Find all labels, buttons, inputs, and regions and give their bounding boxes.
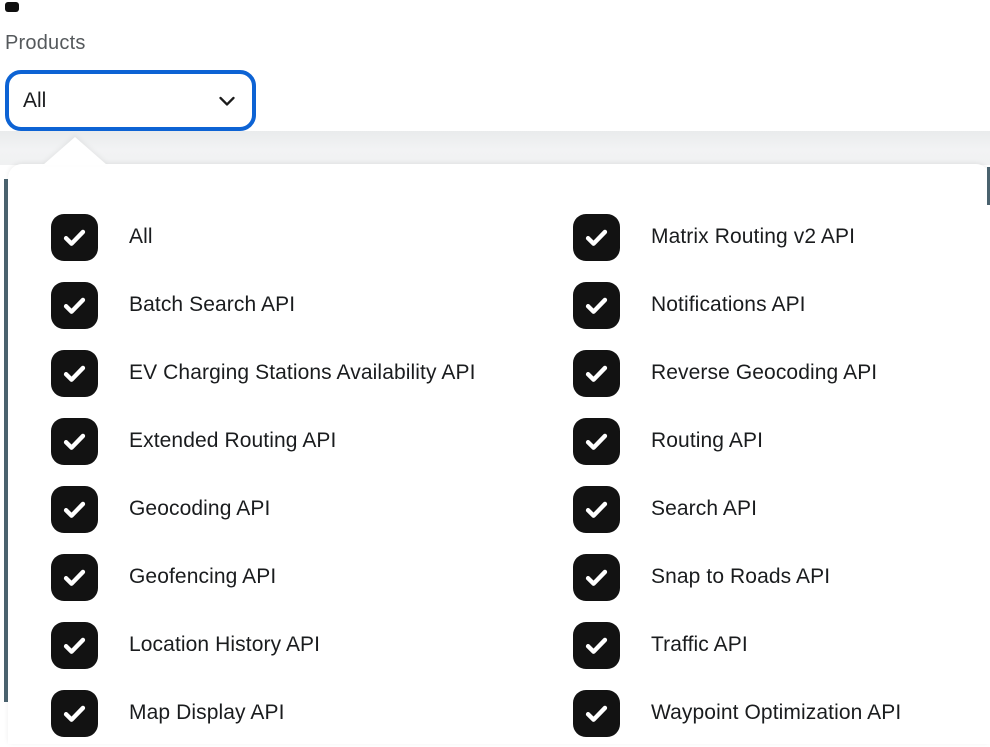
product-option-geofencing-api[interactable]: Geofencing API bbox=[51, 543, 573, 611]
product-option-batch-search-api[interactable]: Batch Search API bbox=[51, 271, 573, 339]
product-option-label: Reverse Geocoding API bbox=[651, 361, 877, 385]
product-option-label: Location History API bbox=[129, 633, 320, 657]
product-option-geocoding-api[interactable]: Geocoding API bbox=[51, 475, 573, 543]
product-option-extended-routing-api[interactable]: Extended Routing API bbox=[51, 407, 573, 475]
product-option-label: Notifications API bbox=[651, 293, 806, 317]
panel-shadow bbox=[0, 131, 990, 165]
product-option-label: Matrix Routing v2 API bbox=[651, 225, 855, 249]
product-option-waypoint-optimization-api[interactable]: Waypoint Optimization API bbox=[573, 679, 990, 747]
product-option-map-display-api[interactable]: Map Display API bbox=[51, 679, 573, 747]
checkbox-checked-icon[interactable] bbox=[51, 418, 98, 465]
product-option-label: Extended Routing API bbox=[129, 429, 336, 453]
products-filter-label: Products bbox=[5, 32, 86, 55]
checkbox-checked-icon[interactable] bbox=[51, 214, 98, 261]
product-option-notifications-api[interactable]: Notifications API bbox=[573, 271, 990, 339]
product-option-matrix-routing-v2-api[interactable]: Matrix Routing v2 API bbox=[573, 203, 990, 271]
product-option-label: Snap to Roads API bbox=[651, 565, 830, 589]
product-option-label: Waypoint Optimization API bbox=[651, 701, 901, 725]
left-edge-bar bbox=[4, 179, 8, 702]
checkbox-checked-icon[interactable] bbox=[573, 282, 620, 329]
product-option-location-history-api[interactable]: Location History API bbox=[51, 611, 573, 679]
checkbox-checked-icon[interactable] bbox=[573, 554, 620, 601]
checkbox-checked-icon[interactable] bbox=[51, 350, 98, 397]
checkbox-checked-icon[interactable] bbox=[51, 486, 98, 533]
products-dropdown-panel: All Batch Search API EV Charging Stations … bbox=[8, 164, 990, 744]
checkbox-checked-icon[interactable] bbox=[573, 690, 620, 737]
product-option-routing-api[interactable]: Routing API bbox=[573, 407, 990, 475]
product-option-ev-charging-stations-availability-api[interactable]: EV Charging Stations Availability API bbox=[51, 339, 573, 407]
checkbox-checked-icon[interactable] bbox=[51, 554, 98, 601]
product-option-label: Map Display API bbox=[129, 701, 285, 725]
checkbox-checked-icon[interactable] bbox=[51, 690, 98, 737]
product-option-traffic-api[interactable]: Traffic API bbox=[573, 611, 990, 679]
product-option-label: All bbox=[129, 225, 153, 249]
product-options-grid: All Batch Search API EV Charging Stations … bbox=[8, 164, 990, 747]
checkbox-checked-icon[interactable] bbox=[51, 622, 98, 669]
product-option-label: Traffic API bbox=[651, 633, 748, 657]
checkbox-checked-icon[interactable] bbox=[51, 282, 98, 329]
product-option-label: Geocoding API bbox=[129, 497, 270, 521]
product-option-reverse-geocoding-api[interactable]: Reverse Geocoding API bbox=[573, 339, 990, 407]
product-option-label: Routing API bbox=[651, 429, 763, 453]
checkbox-checked-icon[interactable] bbox=[573, 350, 620, 397]
products-dropdown-value: All bbox=[23, 89, 46, 113]
checkbox-checked-icon[interactable] bbox=[573, 486, 620, 533]
product-option-label: Geofencing API bbox=[129, 565, 276, 589]
product-option-snap-to-roads-api[interactable]: Snap to Roads API bbox=[573, 543, 990, 611]
product-option-all[interactable]: All bbox=[51, 203, 573, 271]
checkbox-checked-icon[interactable] bbox=[573, 418, 620, 465]
dropdown-pointer bbox=[43, 137, 107, 165]
ui-fragment bbox=[5, 2, 19, 12]
product-option-label: Search API bbox=[651, 497, 757, 521]
products-dropdown[interactable]: All bbox=[5, 70, 256, 131]
product-option-label: EV Charging Stations Availability API bbox=[129, 361, 476, 385]
product-option-search-api[interactable]: Search API bbox=[573, 475, 990, 543]
checkbox-checked-icon[interactable] bbox=[573, 214, 620, 261]
product-option-label: Batch Search API bbox=[129, 293, 295, 317]
chevron-down-icon bbox=[214, 88, 240, 114]
checkbox-checked-icon[interactable] bbox=[573, 622, 620, 669]
